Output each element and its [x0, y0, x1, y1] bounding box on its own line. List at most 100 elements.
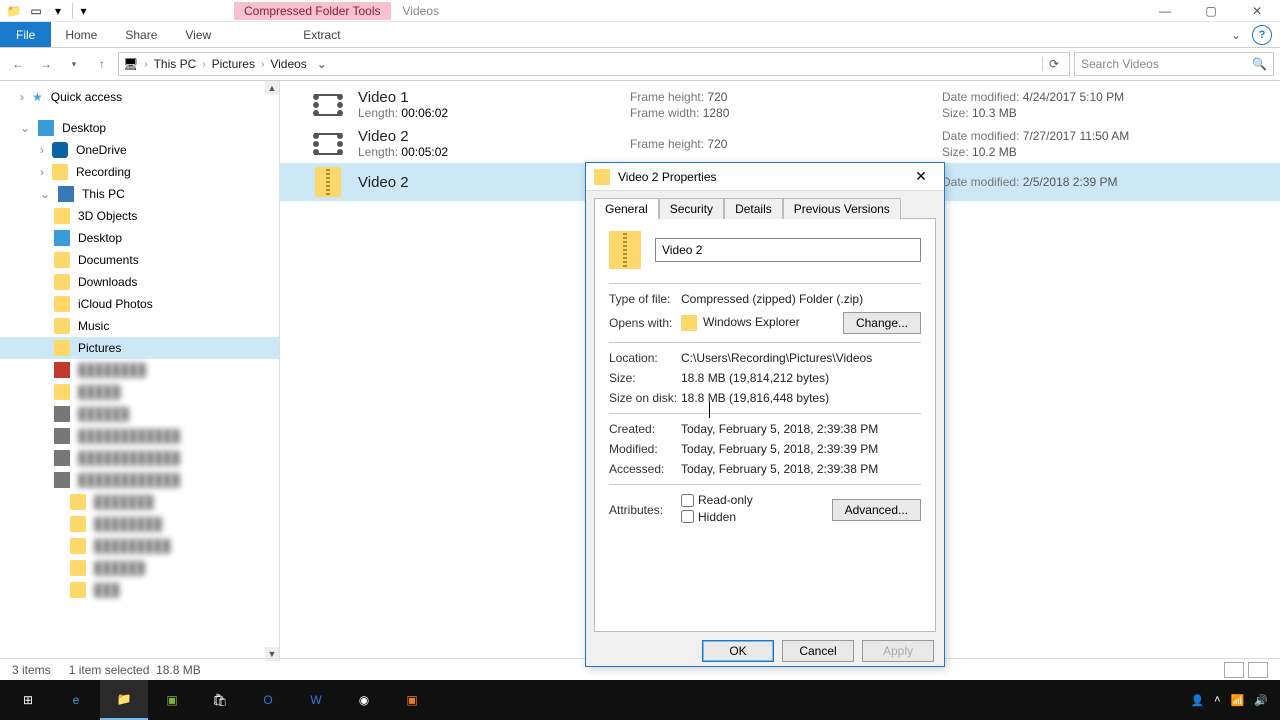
back-button[interactable]: ←	[6, 52, 30, 76]
folder-icon	[70, 582, 86, 598]
sidebar-item-downloads[interactable]: Downloads	[0, 271, 279, 293]
qat-properties-icon[interactable]: ▭	[28, 3, 44, 19]
sidebar-item-blurred[interactable]: ██████	[0, 557, 279, 579]
sidebar-item-blurred[interactable]: █████████	[0, 535, 279, 557]
taskbar-outlook[interactable]: O	[244, 680, 292, 720]
frame-width-label: Frame width:	[630, 106, 699, 120]
properties-dialog: Video 2 Properties ✕ General Security De…	[585, 162, 945, 667]
desktop-icon	[38, 120, 54, 136]
chevron-icon[interactable]: ›	[202, 59, 205, 70]
file-row[interactable]: Video 2 Length: 00:05:02 Frame height: 7…	[280, 124, 1280, 163]
sidebar-item-blurred[interactable]: ████████████	[0, 469, 279, 491]
help-icon[interactable]: ?	[1252, 25, 1272, 45]
start-button[interactable]: ⊞	[4, 680, 52, 720]
change-button[interactable]: Change...	[843, 312, 921, 334]
details-view-button[interactable]	[1224, 662, 1244, 678]
taskbar-chrome[interactable]: ◉	[340, 680, 388, 720]
contextual-tab-compressed[interactable]: Compressed Folder Tools	[234, 2, 391, 20]
close-button[interactable]: ✕	[1234, 0, 1280, 22]
recent-dropdown[interactable]: ▾	[62, 52, 86, 76]
sidebar-label: Pictures	[78, 341, 121, 355]
file-tab[interactable]: File	[0, 22, 51, 47]
sidebar-desktop[interactable]: ⌄ Desktop	[0, 117, 279, 139]
tray-volume-icon[interactable]: 🔊	[1254, 694, 1268, 707]
length-value: 00:06:02	[401, 106, 448, 120]
tab-home[interactable]: Home	[51, 22, 111, 47]
type-of-file-value: Compressed (zipped) Folder (.zip)	[681, 292, 921, 306]
taskbar-word[interactable]: W	[292, 680, 340, 720]
sidebar-label: Quick access	[51, 90, 122, 104]
tray-up-icon[interactable]: ˄	[1214, 694, 1220, 706]
file-row[interactable]: Video 1 Length: 00:06:02 Frame height: 7…	[280, 85, 1280, 124]
chevron-right-icon: ›	[20, 90, 24, 104]
taskbar-app[interactable]: ▣	[388, 680, 436, 720]
forward-button[interactable]: →	[34, 52, 58, 76]
breadcrumb-thispc[interactable]: This PC	[154, 57, 197, 71]
tray-people-icon[interactable]: 👤	[1190, 694, 1204, 707]
sidebar-item-blurred[interactable]: ██████	[0, 403, 279, 425]
search-input[interactable]: Search Videos 🔍	[1074, 52, 1274, 76]
tab-details[interactable]: Details	[724, 198, 783, 219]
refresh-button[interactable]: ⟳	[1042, 57, 1065, 71]
sidebar-label: ██████	[78, 407, 129, 421]
chevron-icon[interactable]: ›	[261, 59, 264, 70]
taskbar-store[interactable]: 🛍	[196, 680, 244, 720]
cancel-button[interactable]: Cancel	[782, 640, 854, 662]
apply-button[interactable]: Apply	[862, 640, 934, 662]
breadcrumb-pictures[interactable]: Pictures	[212, 57, 255, 71]
tray-network-icon[interactable]: 📶	[1231, 694, 1245, 707]
sidebar-recording[interactable]: › Recording	[0, 161, 279, 183]
tab-previous-versions[interactable]: Previous Versions	[783, 198, 901, 219]
minimize-button[interactable]: ―	[1142, 0, 1188, 22]
taskbar-explorer[interactable]: 📁	[100, 680, 148, 720]
sidebar-label: Desktop	[78, 231, 122, 245]
sidebar-quick-access[interactable]: › ★ Quick access	[0, 87, 279, 107]
sidebar-item-blurred[interactable]: ███	[0, 579, 279, 601]
text-cursor-icon	[709, 402, 710, 418]
sidebar-item-blurred[interactable]: ████████████	[0, 425, 279, 447]
cloud-icon	[52, 142, 68, 158]
sidebar-item-pictures[interactable]: Pictures	[0, 337, 279, 359]
qat-customize-icon[interactable]: ▾	[72, 3, 88, 19]
address-dropdown[interactable]: ⌄	[313, 57, 331, 71]
tab-security[interactable]: Security	[659, 198, 724, 219]
sidebar-item-blurred[interactable]: █████	[0, 381, 279, 403]
sidebar-item-blurred[interactable]: ████████████	[0, 447, 279, 469]
sidebar-item-desktop[interactable]: Desktop	[0, 227, 279, 249]
taskbar-edge[interactable]: e	[52, 680, 100, 720]
taskbar-app[interactable]: ▣	[148, 680, 196, 720]
tab-general[interactable]: General	[594, 198, 659, 219]
address-bar[interactable]: 🖥 › This PC › Pictures › Videos ⌄ ⟳	[118, 52, 1070, 76]
breadcrumb-videos[interactable]: Videos	[270, 57, 306, 71]
sidebar-item-blurred[interactable]: ███████	[0, 491, 279, 513]
readonly-checkbox[interactable]: Read-only	[681, 493, 753, 507]
tab-view[interactable]: View	[171, 22, 225, 47]
sidebar-item-icloud[interactable]: iCloud Photos	[0, 293, 279, 315]
filename-input[interactable]	[655, 238, 921, 262]
dialog-titlebar[interactable]: Video 2 Properties ✕	[586, 163, 944, 191]
ok-button[interactable]: OK	[702, 640, 774, 662]
qat-new-folder-icon[interactable]: ▾	[50, 3, 66, 19]
scroll-up-button[interactable]: ▲	[265, 81, 279, 95]
sidebar-onedrive[interactable]: › OneDrive	[0, 139, 279, 161]
sidebar-item-documents[interactable]: Documents	[0, 249, 279, 271]
advanced-button[interactable]: Advanced...	[832, 499, 921, 521]
tiles-view-button[interactable]	[1248, 662, 1268, 678]
sidebar-this-pc[interactable]: ⌄ This PC	[0, 183, 279, 205]
hidden-checkbox[interactable]: Hidden	[681, 510, 736, 524]
chevron-icon[interactable]: ›	[144, 59, 147, 70]
maximize-button[interactable]: ▢	[1188, 0, 1234, 22]
tab-extract[interactable]: Extract	[289, 22, 354, 47]
sidebar-item-blurred[interactable]: ████████	[0, 513, 279, 535]
ribbon-expand-icon[interactable]: ⌄	[1226, 25, 1246, 45]
taskbar: ⊞ e 📁 ▣ 🛍 O W ◉ ▣ 👤 ˄ 📶 🔊	[0, 680, 1280, 720]
dialog-close-button[interactable]: ✕	[906, 168, 936, 185]
sidebar-item-music[interactable]: Music	[0, 315, 279, 337]
pc-icon	[58, 186, 74, 202]
sidebar-label: Desktop	[62, 121, 106, 135]
created-value: Today, February 5, 2018, 2:39:38 PM	[681, 422, 921, 436]
up-button[interactable]: ↑	[90, 52, 114, 76]
sidebar-item-blurred[interactable]: ████████	[0, 359, 279, 381]
sidebar-item-3dobjects[interactable]: 3D Objects	[0, 205, 279, 227]
tab-share[interactable]: Share	[111, 22, 171, 47]
